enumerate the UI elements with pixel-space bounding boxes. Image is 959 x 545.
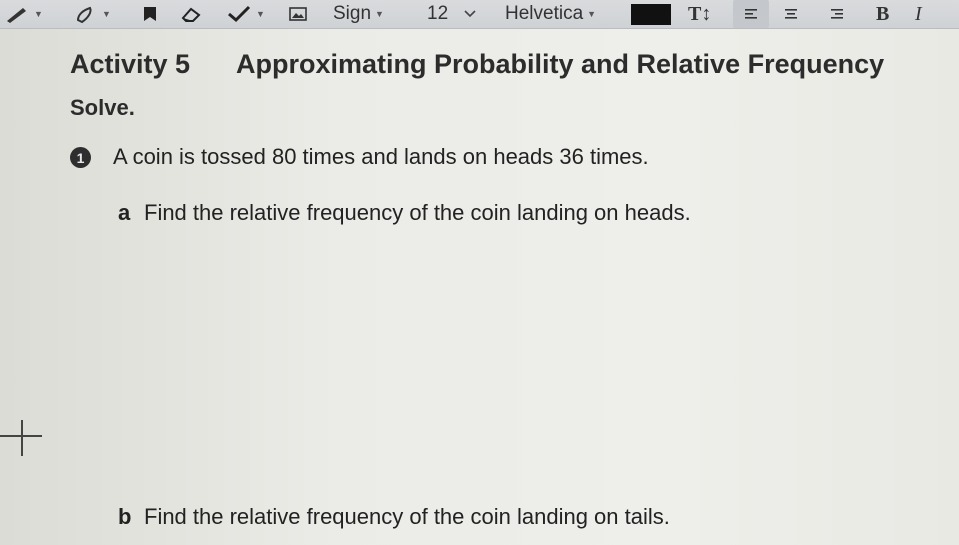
highlighter-icon bbox=[76, 6, 92, 24]
checkmark-icon bbox=[228, 5, 251, 23]
eraser-icon bbox=[181, 7, 201, 22]
chevron-down-icon: ▼ bbox=[34, 9, 43, 19]
part-text: Find the relative frequency of the coin … bbox=[144, 200, 691, 225]
instruction-text: Solve. bbox=[70, 95, 135, 120]
align-center-icon bbox=[785, 9, 797, 19]
italic-button[interactable]: I bbox=[915, 0, 922, 28]
annotation-toolbar: ▼ ▼ ▼ Sign ▼ 12 Helvetica ▼ T↕ B I bbox=[0, 0, 959, 29]
document-page bbox=[0, 29, 959, 545]
question-part-a: a Find the relative frequency of the coin… bbox=[118, 200, 691, 226]
chevron-down-icon bbox=[464, 10, 476, 18]
eraser-tool-button[interactable] bbox=[180, 0, 204, 28]
activity-label: Activity 5 bbox=[70, 49, 191, 79]
image-icon bbox=[289, 7, 307, 21]
question-number-badge: 1 bbox=[70, 147, 91, 168]
align-center-button[interactable] bbox=[782, 0, 800, 28]
bold-icon: B bbox=[876, 2, 890, 25]
image-tool-button[interactable] bbox=[287, 0, 309, 28]
bookmark-icon bbox=[144, 7, 156, 21]
align-right-icon bbox=[831, 9, 843, 19]
chevron-down-icon: ▼ bbox=[587, 9, 597, 19]
text-size-button[interactable]: T↕ bbox=[688, 0, 711, 28]
align-left-icon bbox=[745, 9, 757, 19]
question-text: A coin is tossed 80 times and lands on h… bbox=[113, 144, 649, 169]
text-color-swatch[interactable] bbox=[631, 4, 671, 25]
chevron-down-icon: ▼ bbox=[256, 9, 265, 19]
part-label: b bbox=[118, 504, 132, 529]
font-size-select[interactable]: 12 bbox=[427, 0, 478, 28]
font-size-value: 12 bbox=[427, 3, 449, 24]
sign-label: Sign bbox=[333, 3, 372, 24]
question-part-b: b Find the relative frequency of the coin… bbox=[118, 504, 670, 530]
align-left-button[interactable] bbox=[733, 0, 769, 28]
align-right-button[interactable] bbox=[828, 0, 846, 28]
chevron-down-icon: ▼ bbox=[102, 9, 111, 19]
pen-icon bbox=[7, 8, 26, 23]
part-text: Find the relative frequency of the coin … bbox=[144, 504, 670, 529]
marker-tool-button[interactable] bbox=[140, 0, 160, 28]
page-title: Approximating Probability and Relative F… bbox=[236, 49, 885, 79]
italic-icon: I bbox=[915, 2, 922, 25]
highlighter-tool-button[interactable]: ▼ bbox=[72, 0, 111, 28]
sign-dropdown[interactable]: Sign ▼ bbox=[333, 0, 384, 28]
text-size-icon: T↕ bbox=[688, 2, 712, 25]
part-label: a bbox=[118, 200, 131, 225]
chevron-down-icon: ▼ bbox=[375, 9, 384, 19]
checkmark-tool-button[interactable]: ▼ bbox=[226, 0, 265, 28]
bold-button[interactable]: B bbox=[876, 0, 889, 28]
font-family-value: Helvetica bbox=[505, 3, 584, 24]
crosshair-cursor-icon bbox=[0, 420, 46, 460]
font-family-select[interactable]: Helvetica ▼ bbox=[505, 0, 596, 28]
pen-tool-button[interactable]: ▼ bbox=[4, 0, 43, 28]
